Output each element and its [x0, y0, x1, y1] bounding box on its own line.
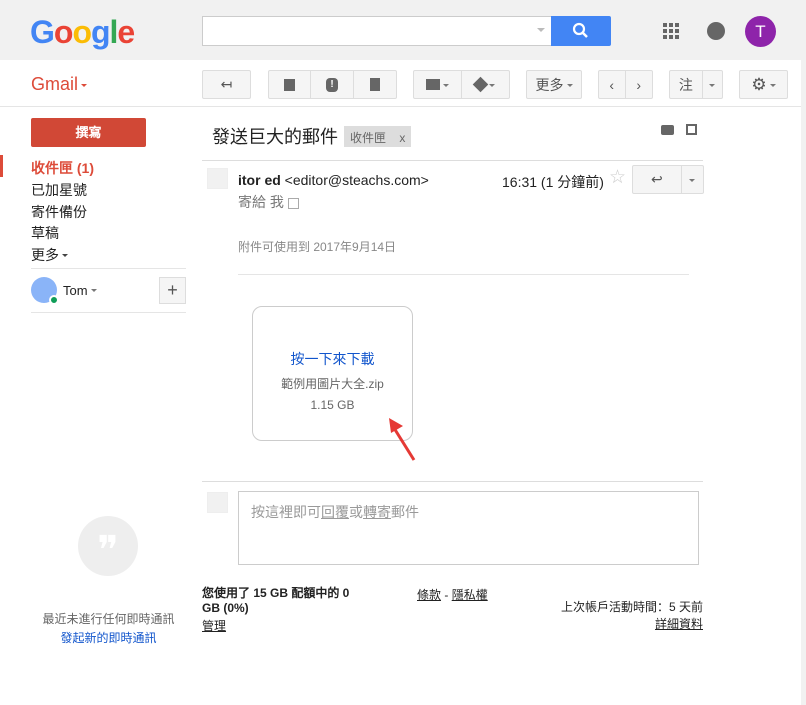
nav-more-label: 更多 — [31, 247, 59, 263]
input-tools: 注 — [669, 70, 723, 99]
remove-label-button[interactable]: x — [399, 131, 405, 145]
nav-inbox[interactable]: 收件匣 (1) — [31, 158, 94, 178]
back-button[interactable]: ↤ — [202, 70, 251, 99]
sender-name: itor ed — [238, 172, 281, 188]
more-label: 更多 — [535, 76, 564, 93]
reply-more-button[interactable] — [682, 166, 703, 193]
reply-group: ↩ — [632, 165, 704, 194]
gear-icon: ⚙ — [751, 74, 767, 94]
recipients: 寄給 我 — [238, 192, 299, 212]
hangouts-icon: ❞ — [78, 516, 138, 576]
scrollbar[interactable] — [801, 0, 806, 705]
reply-icon: ↩ — [650, 171, 663, 187]
forward-link[interactable]: 轉寄 — [363, 504, 391, 520]
reply-post: 郵件 — [391, 504, 419, 520]
sender-email: <editor@steachs.com> — [284, 172, 429, 188]
trash-icon — [369, 78, 380, 91]
privacy-link[interactable]: 隱私權 — [452, 588, 488, 602]
nav-more[interactable]: 更多 — [31, 245, 68, 265]
inbox-label-chip: 收件匣 x — [344, 126, 412, 147]
reply-button[interactable]: ↩ — [633, 166, 682, 193]
footer-links: 條款 - 隱私權 — [417, 586, 488, 603]
labels-button[interactable] — [462, 71, 510, 98]
user-name: Tom — [63, 283, 88, 298]
search-button[interactable] — [551, 16, 611, 46]
newer-button[interactable]: ‹ — [599, 71, 626, 98]
storage-quota: 您使用了 15 GB 配額中的 0 GB (0%) — [202, 586, 350, 615]
label-text: 收件匣 — [350, 131, 387, 145]
gmail-menu[interactable]: Gmail — [31, 74, 88, 95]
attachment-filename: 範例用圖片大全.zip — [281, 377, 384, 391]
attachment-size: 1.15 GB — [310, 398, 355, 412]
to-value: 我 — [269, 194, 284, 210]
input-tools-dropdown[interactable] — [703, 71, 722, 98]
details-link[interactable]: 詳細資料 — [655, 615, 703, 632]
separator: - — [441, 588, 452, 602]
divider — [202, 481, 703, 482]
account-avatar[interactable]: T — [745, 16, 776, 47]
sender-avatar — [207, 168, 228, 189]
start-chat-link[interactable]: 發起新的即時通訊 — [31, 629, 186, 646]
tag-icon — [472, 76, 489, 93]
search-icon — [572, 22, 588, 38]
action-group: ! — [268, 70, 397, 99]
red-arrow-annotation — [389, 418, 416, 461]
older-button[interactable]: › — [626, 71, 652, 98]
active-indicator — [0, 155, 3, 177]
apps-icon[interactable] — [663, 23, 679, 39]
manage-link[interactable]: 管理 — [202, 617, 226, 634]
nav-sent[interactable]: 寄件備份 — [31, 202, 87, 222]
chat-user[interactable]: Tom — [63, 283, 97, 298]
settings-button[interactable]: ⚙ — [739, 70, 788, 99]
sender[interactable]: itor ed <editor@steachs.com> — [238, 172, 429, 188]
online-status-icon — [49, 295, 59, 305]
reply-link[interactable]: 回覆 — [321, 504, 349, 520]
spam-icon: ! — [326, 77, 339, 92]
divider — [238, 274, 689, 275]
pager: ‹ › — [598, 70, 653, 99]
attachment-expiry: 附件可使用到 2017年9月14日 — [238, 240, 397, 254]
archive-button[interactable] — [269, 71, 312, 98]
details-toggle[interactable] — [287, 197, 299, 209]
print-icon[interactable] — [661, 125, 674, 135]
delete-button[interactable] — [354, 71, 396, 98]
reply-pre: 按這裡即可 — [251, 504, 321, 520]
notifications-icon[interactable] — [707, 22, 725, 40]
gmail-label: Gmail — [31, 74, 79, 94]
user-avatar[interactable] — [31, 277, 59, 305]
new-window-icon[interactable] — [686, 124, 697, 135]
more-button[interactable]: 更多 — [526, 70, 582, 99]
chat-empty-text: 最近未進行任何即時通訊 — [42, 612, 175, 626]
my-avatar — [207, 492, 228, 513]
search-input[interactable] — [202, 16, 552, 46]
divider — [0, 106, 806, 107]
spam-button[interactable]: ! — [311, 71, 354, 98]
to-label: 寄給 — [238, 194, 266, 210]
nav-starred[interactable]: 已加星號 — [31, 180, 87, 200]
divider — [202, 160, 703, 161]
star-icon[interactable]: ☆ — [609, 166, 626, 189]
download-link[interactable]: 按一下來下載 — [253, 349, 412, 369]
reply-or: 或 — [349, 504, 363, 520]
archive-icon — [284, 78, 296, 91]
nav-drafts[interactable]: 草稿 — [31, 223, 59, 243]
search-options-icon[interactable] — [537, 28, 545, 36]
back-arrow-icon: ↤ — [220, 76, 233, 92]
terms-link[interactable]: 條款 — [417, 588, 441, 602]
google-logo[interactable]: Google — [30, 14, 135, 51]
move-label-group — [413, 70, 510, 99]
folder-icon — [425, 79, 440, 90]
input-tools-button[interactable]: 注 — [670, 71, 703, 98]
message-time: 16:31 (1 分鐘前) — [502, 174, 604, 190]
email-subject: 發送巨大的郵件 — [212, 127, 338, 147]
divider — [31, 268, 186, 269]
move-to-button[interactable] — [414, 71, 462, 98]
divider — [31, 312, 186, 313]
compose-button[interactable]: 撰寫 — [31, 118, 146, 147]
add-chat-button[interactable]: + — [159, 277, 186, 304]
last-activity: 上次帳戶活動時間：5 天前 — [560, 600, 703, 614]
reply-box[interactable]: 按這裡即可回覆或轉寄郵件 — [238, 491, 699, 565]
caret-icon — [81, 84, 88, 90]
